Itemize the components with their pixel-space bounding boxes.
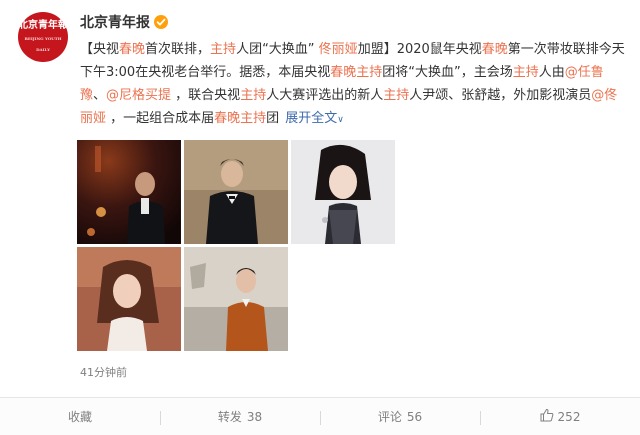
- comment-button[interactable]: 评论 56: [320, 408, 480, 425]
- post-timestamp[interactable]: 41分钟前: [80, 364, 127, 380]
- post-text-segment: 人尹颂、张舒越，外加影视演员: [409, 88, 592, 103]
- photo-thumbnail[interactable]: [77, 140, 181, 244]
- favorite-label: 收藏: [67, 410, 92, 424]
- keyword-highlight[interactable]: 春晚: [482, 42, 508, 57]
- expand-label: 展开全文: [285, 111, 338, 126]
- account-name[interactable]: 北京青年报: [80, 12, 150, 32]
- repost-button[interactable]: 转发 38: [160, 408, 320, 425]
- weibo-post-card: 北京青年報 BEIJING YOUTH DAILY 北京青年报 【央视春晚首次联…: [0, 0, 640, 435]
- photo-thumbnail[interactable]: [184, 247, 288, 351]
- photo-thumbnail[interactable]: [184, 140, 288, 244]
- repost-label: 转发: [217, 410, 242, 424]
- avatar-logo-text: 北京青年報: [18, 19, 68, 31]
- like-count: 252: [557, 409, 581, 424]
- keyword-highlight[interactable]: 主持: [383, 88, 409, 103]
- avatar-logo-subtext: BEIJING YOUTH DAILY: [24, 35, 62, 52]
- like-button[interactable]: 252: [480, 408, 640, 425]
- keyword-highlight[interactable]: 主持: [513, 65, 539, 80]
- comment-count: 56: [406, 409, 423, 424]
- post-text-segment: ，联合央视: [171, 88, 241, 103]
- post-text-segment: 加盟】2020鼠年央视: [357, 42, 482, 57]
- keyword-highlight[interactable]: 佟丽娅: [319, 42, 358, 57]
- verified-badge-icon: [154, 15, 168, 29]
- post-text-segment: 首次联排，: [145, 42, 211, 57]
- thumbs-up-icon: [540, 408, 554, 425]
- favorite-button[interactable]: 收藏: [0, 408, 160, 425]
- mention-link[interactable]: @尼格买提: [106, 88, 171, 103]
- post-text-segment: 团: [266, 111, 280, 126]
- keyword-highlight[interactable]: 主持: [210, 42, 236, 57]
- post-text-segment: 人团“大换血”: [236, 42, 319, 57]
- action-bar: 收藏 转发 38 评论 56 252: [0, 397, 640, 435]
- chevron-down-icon: ∨: [337, 115, 344, 125]
- account-avatar[interactable]: 北京青年報 BEIJING YOUTH DAILY: [18, 12, 68, 62]
- avatar-logo: 北京青年報 BEIJING YOUTH DAILY: [18, 20, 68, 55]
- post-text: 【央视春晚首次联排，主持人团“大换血” 佟丽娅加盟】2020鼠年央视春晚第一次带…: [80, 38, 628, 132]
- photo-thumbnail[interactable]: [77, 247, 181, 351]
- comment-label: 评论: [377, 410, 402, 424]
- keyword-highlight[interactable]: 春晚: [119, 42, 145, 57]
- photo-thumbnail[interactable]: [291, 140, 395, 244]
- post-text-segment: 人由: [538, 65, 565, 80]
- post-text-segment: 、: [93, 88, 107, 103]
- post-text-segment: 团将“大换血”，主会场: [382, 65, 513, 80]
- keyword-highlight[interactable]: 春晚主持: [330, 65, 382, 80]
- post-text-segment: 【央视: [80, 42, 120, 57]
- keyword-highlight[interactable]: 春晚主持: [214, 111, 266, 126]
- account-header: 北京青年报: [80, 12, 168, 32]
- expand-full-text-link[interactable]: 展开全文∨: [285, 111, 344, 126]
- post-text-segment: 人大赛评选出的新人: [266, 88, 384, 103]
- photo-grid: [77, 140, 397, 352]
- keyword-highlight[interactable]: 主持: [240, 88, 266, 103]
- post-text-segment: ，一起组合成本届: [106, 111, 215, 126]
- repost-count: 38: [246, 409, 263, 424]
